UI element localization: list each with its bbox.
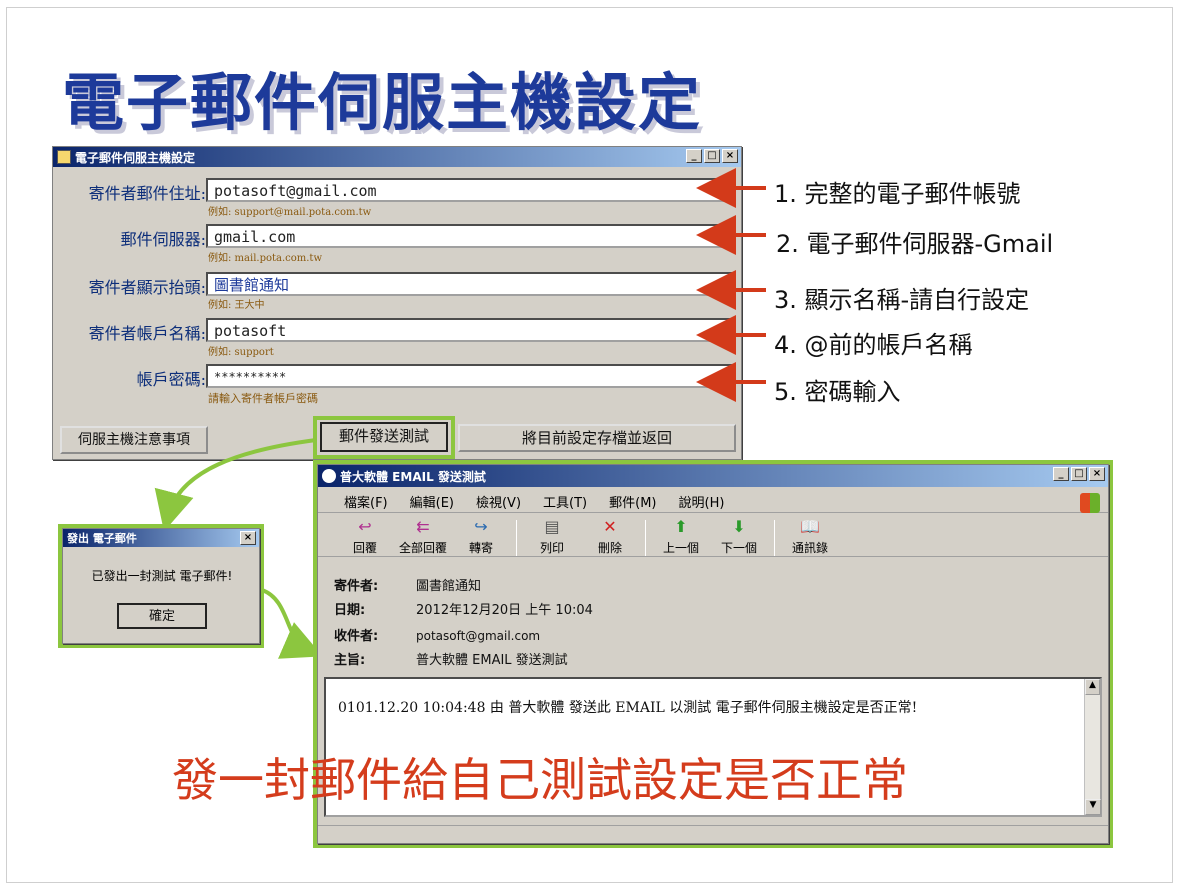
toolbar-separator bbox=[645, 520, 646, 556]
test-button-highlight bbox=[313, 416, 455, 459]
up-arrow-icon: ⬆ bbox=[674, 517, 688, 536]
down-arrow-icon: ⬇ bbox=[732, 517, 746, 536]
maximize-button[interactable]: □ bbox=[704, 149, 720, 163]
scrollbar[interactable]: ▲ ▼ bbox=[1084, 679, 1101, 815]
sent-dialog-title: 發出 電子郵件 bbox=[67, 532, 137, 545]
delete-icon: ✕ bbox=[603, 517, 617, 536]
menu-view[interactable]: 檢視(V) bbox=[476, 492, 521, 512]
from-label: 寄件者: bbox=[334, 579, 379, 594]
reply-all-icon: ⇇ bbox=[416, 517, 430, 536]
settings-titlebar: 電子郵件伺服主機設定 _ □ × bbox=[53, 147, 741, 167]
delete-button[interactable]: ✕ 刪除 bbox=[581, 517, 639, 556]
status-bar bbox=[318, 825, 1108, 843]
annotation-4: 4. @前的帳戶名稱 bbox=[774, 331, 973, 359]
menu-file[interactable]: 檔案(F) bbox=[344, 492, 388, 512]
message-body: 0101.12.20 10:04:48 由 普大軟體 發送此 EMAIL 以測試… bbox=[338, 700, 918, 716]
password-hint: 請輸入寄件者帳戶密碼 bbox=[208, 392, 318, 405]
reply-icon: ↩ bbox=[358, 517, 372, 536]
forward-button[interactable]: ↪ 轉寄 bbox=[452, 517, 510, 556]
save-return-button[interactable]: 將目前設定存檔並返回 bbox=[458, 424, 736, 452]
password-label: 帳戶密碼: bbox=[136, 370, 206, 389]
mail-server-label: 郵件伺服器: bbox=[120, 230, 206, 249]
date-label: 日期: bbox=[334, 603, 366, 618]
server-notes-button[interactable]: 伺服主機注意事項 bbox=[60, 426, 208, 454]
subject-value: 普大軟體 EMAIL 發送測試 bbox=[416, 653, 568, 668]
scroll-up-icon[interactable]: ▲ bbox=[1085, 679, 1100, 695]
annotation-3: 3. 顯示名稱-請自行設定 bbox=[774, 286, 1030, 314]
print-icon: ▤ bbox=[544, 517, 560, 536]
reply-button[interactable]: ↩ 回覆 bbox=[336, 517, 394, 556]
menu-help[interactable]: 說明(H) bbox=[679, 492, 725, 512]
display-name-hint: 例如: 王大中 bbox=[208, 300, 265, 311]
forward-icon: ↪ bbox=[474, 517, 488, 536]
mail-server-hint: 例如: mail.pota.com.tw bbox=[208, 253, 323, 264]
close-button[interactable]: × bbox=[722, 149, 738, 163]
sender-email-hint: 例如: support@mail.pota.com.tw bbox=[208, 207, 372, 218]
toolbar-separator bbox=[774, 520, 775, 556]
sent-message: 已發出一封測試 電子郵件! bbox=[91, 569, 233, 583]
mail-toolbar: ↩ 回覆 ⇇ 全部回覆 ↪ 轉寄 ▤ 列印 ✕ 刪除 ⬆ 上一個 ⬇ 下一個 📖 通訊錄 bbox=[318, 513, 1108, 557]
menu-edit[interactable]: 編輯(E) bbox=[410, 492, 454, 512]
mail-title: 普大軟體 EMAIL 發送測試 bbox=[340, 469, 486, 484]
settings-title: 電子郵件伺服主機設定 bbox=[75, 150, 196, 165]
to-value: potasoft@gmail.com bbox=[416, 629, 541, 643]
previous-button[interactable]: ⬆ 上一個 bbox=[652, 517, 710, 556]
date-value: 2012年12月20日 上午 10:04 bbox=[416, 603, 593, 618]
account-name-field[interactable]: potasoft bbox=[206, 318, 734, 342]
mail-server-field[interactable]: gmail.com bbox=[206, 224, 734, 248]
address-book-icon: 📖 bbox=[800, 517, 820, 536]
mail-maximize-button[interactable]: □ bbox=[1071, 467, 1087, 481]
menu-message[interactable]: 郵件(M) bbox=[609, 492, 656, 512]
annotation-2: 2. 電子郵件伺服器-Gmail bbox=[776, 230, 1054, 258]
password-field[interactable]: ********** bbox=[206, 364, 734, 388]
mail-minimize-button[interactable]: _ bbox=[1053, 467, 1069, 481]
annotation-1: 1. 完整的電子郵件帳號 bbox=[774, 180, 1021, 208]
address-book-button[interactable]: 📖 通訊錄 bbox=[781, 517, 839, 556]
minimize-button[interactable]: _ bbox=[686, 149, 702, 163]
windows-logo-icon bbox=[1080, 493, 1100, 513]
menu-bar: 檔案(F) 編輯(E) 檢視(V) 工具(T) 郵件(M) 說明(H) bbox=[318, 487, 1108, 513]
sender-email-label: 寄件者郵件住址: bbox=[88, 184, 206, 203]
from-value: 圖書館通知 bbox=[416, 579, 482, 594]
display-name-label: 寄件者顯示抬頭: bbox=[88, 278, 206, 297]
toolbar-separator bbox=[516, 520, 517, 556]
display-name-field[interactable]: 圖書館通知 bbox=[206, 272, 734, 296]
subject-label: 主旨: bbox=[334, 653, 366, 668]
account-name-hint: 例如: support bbox=[208, 347, 274, 358]
menu-tools[interactable]: 工具(T) bbox=[543, 492, 587, 512]
ok-button[interactable]: 確定 bbox=[117, 603, 207, 629]
sender-email-field[interactable]: potasoft@gmail.com bbox=[206, 178, 734, 202]
annotation-5: 5. 密碼輸入 bbox=[774, 378, 901, 406]
sent-dialog-titlebar: 發出 電子郵件 × bbox=[63, 529, 259, 547]
sent-dialog: 發出 電子郵件 × 已發出一封測試 電子郵件! 確定 bbox=[62, 528, 260, 644]
next-button[interactable]: ⬇ 下一個 bbox=[710, 517, 768, 556]
mail-icon bbox=[322, 469, 336, 483]
reply-all-button[interactable]: ⇇ 全部回覆 bbox=[394, 517, 452, 556]
page-title: 電子郵件伺服主機設定 bbox=[62, 66, 703, 139]
scroll-down-icon[interactable]: ▼ bbox=[1085, 799, 1101, 815]
mail-close-button[interactable]: × bbox=[1089, 467, 1105, 481]
print-button[interactable]: ▤ 列印 bbox=[523, 517, 581, 556]
dialog-close-button[interactable]: × bbox=[240, 531, 256, 545]
account-name-label: 寄件者帳戶名稱: bbox=[88, 324, 206, 343]
mail-titlebar: 普大軟體 EMAIL 發送測試 _ □ × bbox=[318, 465, 1108, 487]
caption: 發一封郵件給自己測試設定是否正常 bbox=[172, 753, 908, 807]
to-label: 收件者: bbox=[334, 629, 379, 644]
app-icon bbox=[57, 150, 71, 164]
